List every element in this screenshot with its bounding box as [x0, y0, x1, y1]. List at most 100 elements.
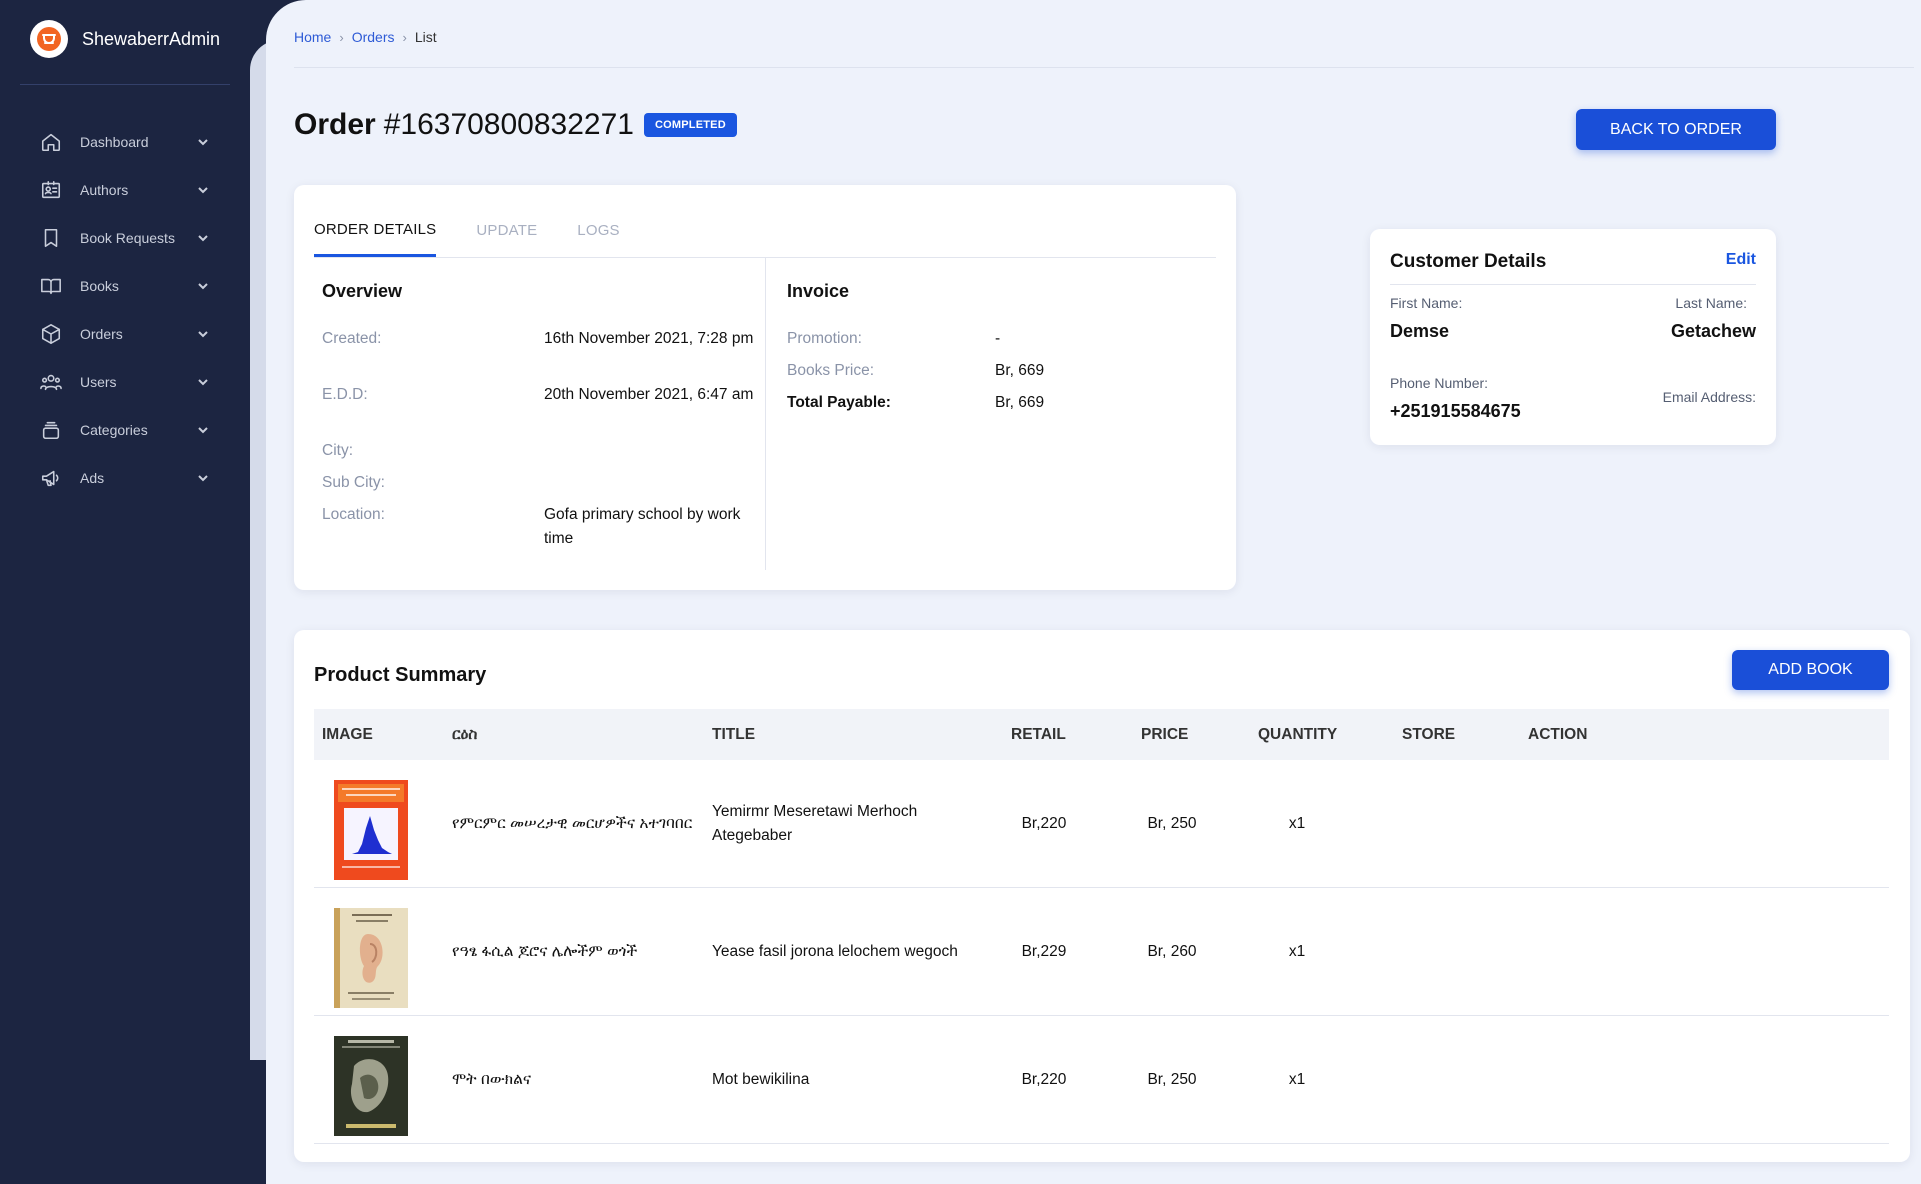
table-header: IMAGE ርዕስ TITLE RETAIL PRICE QUANTITY ST… — [314, 709, 1889, 760]
edit-customer-link[interactable]: Edit — [1726, 251, 1756, 269]
price: Br, 260 — [1147, 943, 1197, 960]
book-cover-image — [334, 1036, 408, 1136]
retail-price: Br,229 — [1021, 943, 1067, 960]
book-cover-image — [334, 780, 408, 880]
last-name-label: Last Name: — [1675, 295, 1747, 311]
price: Br, 250 — [1147, 1071, 1197, 1088]
promotion-row: Promotion: - — [787, 327, 1207, 351]
retail-price: Br,220 — [1021, 815, 1067, 832]
tab-update[interactable]: UPDATE — [476, 222, 537, 257]
chevron-down-icon — [196, 327, 210, 341]
city-row: City: — [322, 439, 752, 463]
sidebar-item-books[interactable]: Books — [40, 262, 210, 310]
sidebar-item-ads[interactable]: Ads — [40, 454, 210, 502]
open-book-icon — [40, 275, 62, 297]
layers-icon — [40, 419, 62, 441]
sidebar-item-categories[interactable]: Categories — [40, 406, 210, 454]
last-name-value: Getachew — [1670, 321, 1756, 341]
location-label: Location: — [322, 506, 385, 523]
order-number: #16370800832271 — [383, 108, 634, 141]
book-title: Yease fasil jorona lelochem wegoch — [712, 943, 958, 960]
table-row[interactable]: የምርምር መሠረታዊ መርሆዎችና አተገባበር Yemirmr Mesere… — [314, 760, 1889, 888]
overview-title: Overview — [322, 281, 403, 301]
brand-logo — [30, 20, 68, 58]
sidebar-item-label: Ads — [80, 470, 105, 486]
sidebar-item-label: Categories — [80, 422, 148, 438]
created-row: Created: 16th November 2021, 7:28 pm — [322, 327, 754, 377]
quantity: x1 — [1288, 815, 1306, 832]
sidebar-item-label: Book Requests — [80, 230, 175, 246]
column-header: ርዕስ — [452, 726, 478, 743]
location-value: Gofa primary school by work time — [544, 506, 741, 547]
column-header: IMAGE — [322, 726, 373, 743]
main-content: Home › Orders › List Order #163708008322… — [266, 0, 1921, 1184]
customer-details-card: Customer Details Edit First Name: Demse … — [1370, 229, 1776, 445]
amharic-title: የምርምር መሠረታዊ መርሆዎችና አተገባበር — [452, 815, 693, 832]
books-price-label: Books Price: — [787, 362, 875, 379]
sidebar-item-label: Dashboard — [80, 134, 149, 150]
edd-row: E.D.D: 20th November 2021, 6:47 am — [322, 383, 754, 433]
column-header: RETAIL — [1011, 726, 1066, 743]
id-card-icon — [40, 179, 62, 201]
sidebar-item-label: Users — [80, 374, 117, 390]
price: Br, 250 — [1147, 815, 1197, 832]
first-name-value: Demse — [1390, 321, 1450, 341]
chevron-right-icon: › — [402, 29, 407, 45]
breadcrumb-home[interactable]: Home — [294, 29, 331, 45]
invoice-title: Invoice — [787, 281, 850, 301]
chevron-down-icon — [196, 231, 210, 245]
sidebar-item-label: Books — [80, 278, 119, 294]
phone-label: Phone Number: — [1390, 375, 1489, 391]
brand-name: ShewaberrAdmin — [82, 28, 221, 49]
sidebar-item-book-requests[interactable]: Book Requests — [40, 214, 210, 262]
table-row[interactable]: ሞት በውክልና Mot bewikilina Br,220 Br, 250 x… — [314, 1016, 1889, 1144]
chevron-down-icon — [196, 135, 210, 149]
brand[interactable]: ShewaberrAdmin — [30, 20, 220, 58]
column-header: TITLE — [712, 726, 756, 743]
email-label: Email Address: — [1662, 389, 1756, 405]
order-details-card: ORDER DETAILS UPDATE LOGS Overview Creat… — [294, 185, 1236, 590]
books-price-row: Books Price: Br, 669 — [787, 359, 1207, 383]
subcity-row: Sub City: — [322, 471, 752, 495]
column-header: STORE — [1402, 726, 1456, 743]
tab-order-details[interactable]: ORDER DETAILS — [314, 221, 437, 257]
sidebar-item-users[interactable]: Users — [40, 358, 210, 406]
column-header: PRICE — [1141, 726, 1189, 743]
chevron-down-icon — [196, 423, 210, 437]
sidebar-item-authors[interactable]: Authors — [40, 166, 210, 214]
sidebar-item-orders[interactable]: Orders — [40, 310, 210, 358]
chevron-down-icon — [196, 279, 210, 293]
sidebar-item-dashboard[interactable]: Dashboard — [40, 118, 210, 166]
order-title-prefix: Order — [294, 108, 376, 141]
breadcrumb-orders[interactable]: Orders — [352, 29, 395, 45]
book-title: Mot bewikilina — [712, 1071, 810, 1088]
chevron-right-icon: › — [339, 29, 344, 45]
total-payable-value: Br, 669 — [995, 394, 1045, 411]
sidebar-item-label: Authors — [80, 182, 129, 198]
edd-value: 20th November 2021, 6:47 am — [544, 386, 754, 403]
chevron-down-icon — [196, 375, 210, 389]
tab-bar: ORDER DETAILS UPDATE LOGS — [314, 185, 1216, 258]
back-to-order-button[interactable]: BACK TO ORDER — [1576, 109, 1776, 150]
quantity: x1 — [1288, 1071, 1306, 1088]
product-summary-title: Product Summary — [314, 664, 487, 686]
amharic-title: የዓፄ ፋሲል ጆሮና ሌሎችም ወጎች — [452, 943, 638, 960]
books-price-value: Br, 669 — [995, 362, 1045, 379]
column-divider — [765, 258, 766, 570]
page-title: Order #16370800832271 COMPLETED — [294, 108, 737, 142]
subcity-label: Sub City: — [322, 474, 385, 491]
phone-value: +251915584675 — [1390, 401, 1521, 421]
tab-logs[interactable]: LOGS — [577, 222, 619, 257]
promotion-label: Promotion: — [787, 330, 862, 347]
column-header: ACTION — [1528, 726, 1588, 743]
city-label: City: — [322, 442, 353, 459]
table-row[interactable]: የዓፄ ፋሲል ጆሮና ሌሎችም ወጎች Yease fasil jorona … — [314, 888, 1889, 1016]
add-book-button[interactable]: ADD BOOK — [1732, 650, 1889, 690]
sidebar-item-label: Orders — [80, 326, 123, 342]
created-value: 16th November 2021, 7:28 pm — [544, 330, 754, 347]
quantity: x1 — [1288, 943, 1306, 960]
promotion-value: - — [995, 330, 1001, 347]
column-header: QUANTITY — [1258, 726, 1338, 743]
customer-divider — [1390, 284, 1756, 285]
product-summary-card: Product Summary ADD BOOK IMAGE ርዕስ TITLE… — [294, 630, 1910, 1162]
